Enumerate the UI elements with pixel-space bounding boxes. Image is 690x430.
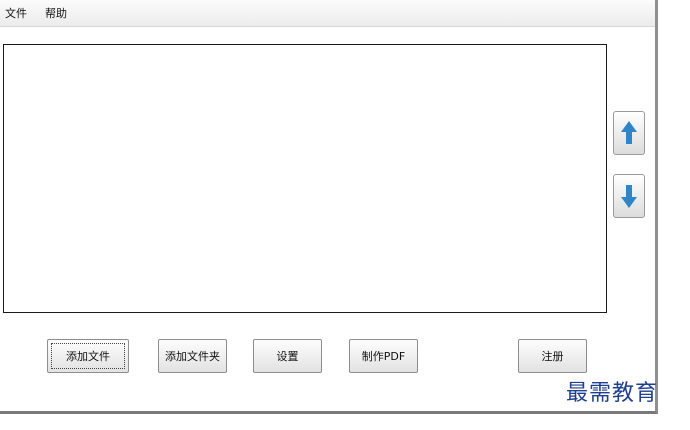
menu-help[interactable]: 帮助 [45,8,67,20]
settings-button[interactable]: 设置 [253,339,322,373]
menu-bar: 文件 帮助 [0,0,655,27]
menu-file[interactable]: 文件 [5,8,27,20]
make-pdf-label: 制作PDF [361,350,406,363]
arrow-down-icon [620,183,638,209]
make-pdf-button[interactable]: 制作PDF [349,339,418,373]
move-down-button[interactable] [613,174,645,218]
arrow-up-icon [620,120,638,146]
add-folder-button[interactable]: 添加文件夹 [158,339,227,373]
add-folder-label: 添加文件夹 [165,350,220,363]
settings-label: 设置 [276,350,299,363]
watermark-text: 最需教育 [566,381,659,406]
register-button[interactable]: 注册 [518,339,587,373]
register-label: 注册 [541,350,564,363]
app-window: 文件 帮助 添加文件 添加文件夹 设置 制作PDF 注册 [0,0,658,414]
move-up-button[interactable] [613,111,645,155]
file-list[interactable] [3,44,607,313]
add-file-button[interactable]: 添加文件 [47,339,129,373]
add-file-label: 添加文件 [66,350,110,363]
